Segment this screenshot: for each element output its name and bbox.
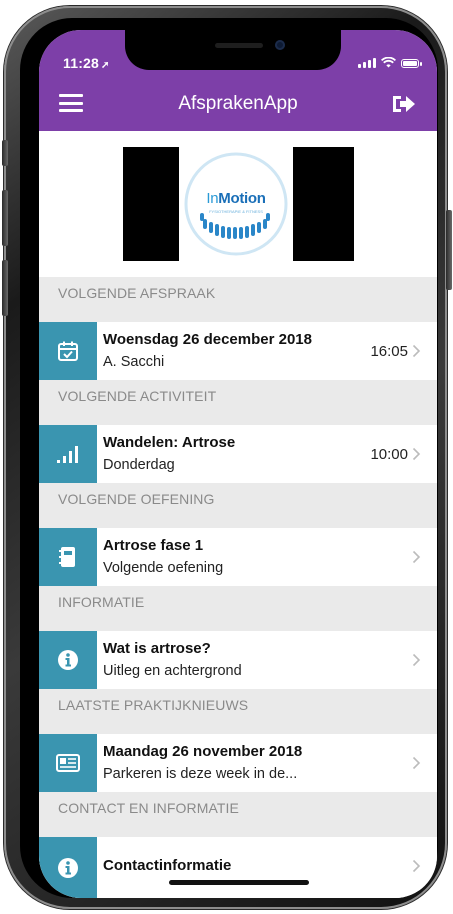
chevron-right-icon — [412, 653, 421, 667]
logout-icon[interactable] — [391, 92, 417, 116]
information-subtitle: Uitleg en achtergrond — [103, 663, 242, 679]
chevron-right-icon — [412, 344, 421, 358]
news-date: Maandag 26 november 2018 — [103, 743, 303, 760]
appointment-time: 16:05 — [370, 343, 408, 360]
activity-icon-tile — [39, 425, 97, 483]
news-icon-tile — [39, 734, 97, 792]
contact-title: Contactinformatie — [103, 857, 232, 874]
exercise-title: Artrose fase 1 — [103, 537, 204, 554]
contact-icon-tile — [39, 837, 97, 898]
section-header-exercise: VOLGENDE OEFENING — [39, 483, 437, 528]
info-circle-icon — [58, 650, 78, 670]
appointment-row[interactable]: Woensdag 26 december 2018 A. Sacchi 16:0… — [39, 322, 437, 380]
information-row[interactable]: Wat is artrose? Uitleg en achtergrond — [39, 631, 437, 689]
chevron-right-icon — [412, 859, 421, 873]
location-arrow-icon: ➚ — [101, 60, 110, 71]
chevron-right-icon — [412, 550, 421, 564]
notebook-icon — [59, 547, 75, 567]
volume-down-button — [2, 260, 8, 316]
app-screen: 11:28 ➚ AfsprakenApp InMotion FYSIOTHERA… — [39, 30, 437, 898]
app-title: AfsprakenApp — [178, 93, 298, 114]
activity-day: Donderdag — [103, 457, 175, 473]
app-header: 11:28 ➚ AfsprakenApp — [39, 30, 437, 131]
appointment-date: Woensdag 26 december 2018 — [103, 331, 312, 348]
chevron-right-icon — [412, 756, 421, 770]
device-stage: 11:28 ➚ AfsprakenApp InMotion FYSIOTHERA… — [0, 0, 453, 914]
section-header-appointment: VOLGENDE AFSPRAAK — [39, 277, 437, 322]
activity-time: 10:00 — [370, 446, 408, 463]
volume-up-button — [2, 190, 8, 246]
section-header-information: INFORMATIE — [39, 586, 437, 631]
news-row[interactable]: Maandag 26 november 2018 Parkeren is dez… — [39, 734, 437, 792]
speaker-grille — [215, 43, 263, 48]
logo-tagline: FYSIOTHERAPIE & FITNESS — [209, 209, 263, 214]
battery-icon — [401, 59, 422, 68]
status-bar-indicators — [358, 56, 422, 68]
home-indicator[interactable] — [169, 880, 309, 885]
status-bar-time: 11:28 ➚ — [63, 55, 110, 71]
wifi-icon — [381, 57, 396, 68]
exercise-icon-tile — [39, 528, 97, 586]
logo-wordmark: InMotion — [206, 190, 266, 207]
practice-logo-area: InMotion FYSIOTHERAPIE & FITNESS — [39, 131, 437, 277]
information-title: Wat is artrose? — [103, 640, 211, 657]
camera-icon — [275, 40, 285, 50]
chevron-right-icon — [412, 447, 421, 461]
power-button — [446, 210, 452, 290]
section-header-activity: VOLGENDE ACTIVITEIT — [39, 380, 437, 425]
information-icon-tile — [39, 631, 97, 689]
info-circle-icon — [58, 857, 78, 878]
activity-title: Wandelen: Artrose — [103, 434, 236, 451]
signal-bars-icon — [57, 446, 78, 463]
cellular-signal-icon — [358, 57, 376, 68]
notch — [125, 30, 341, 70]
contact-row[interactable]: Contactinformatie — [39, 837, 437, 898]
section-header-contact: CONTACT EN INFORMATIE — [39, 792, 437, 837]
activity-row[interactable]: Wandelen: Artrose Donderdag 10:00 — [39, 425, 437, 483]
newspaper-icon — [56, 754, 80, 772]
calendar-check-icon — [58, 341, 78, 361]
section-header-news: LAATSTE PRAKTIJKNIEUWS — [39, 689, 437, 734]
appointment-icon-tile — [39, 322, 97, 380]
practice-logo: InMotion FYSIOTHERAPIE & FITNESS — [123, 147, 354, 261]
appointment-therapist: A. Sacchi — [103, 354, 165, 370]
logo-badge: InMotion FYSIOTHERAPIE & FITNESS — [179, 147, 293, 261]
mute-switch — [2, 140, 8, 166]
exercise-row[interactable]: Artrose fase 1 Volgende oefening — [39, 528, 437, 586]
news-excerpt: Parkeren is deze week in de... — [103, 766, 298, 782]
exercise-subtitle: Volgende oefening — [103, 560, 224, 576]
